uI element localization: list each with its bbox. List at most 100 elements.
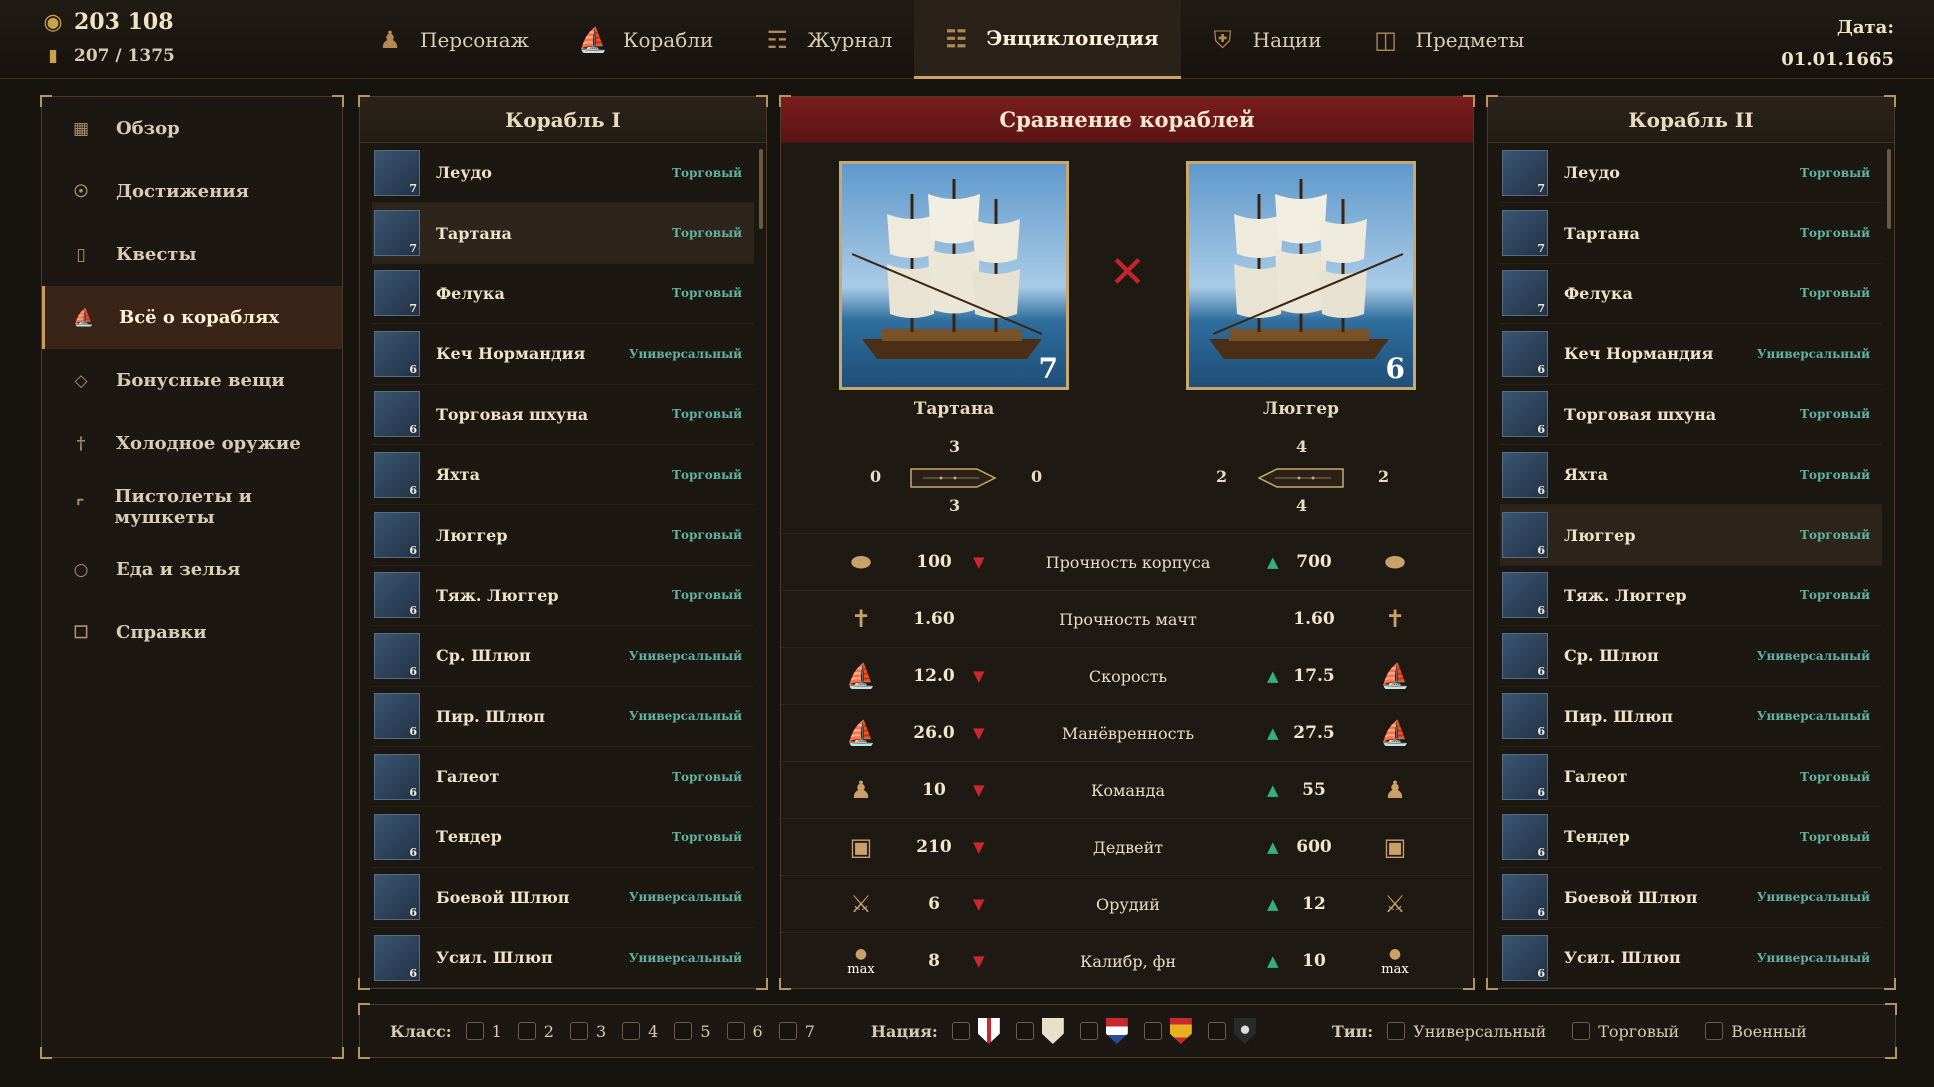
- checkbox[interactable]: [1572, 1022, 1591, 1040]
- list-item[interactable]: 6 Пир. Шлюп Универсальный: [372, 687, 754, 747]
- list-item[interactable]: 6 Тяж. Люггер Торговый: [1500, 566, 1882, 627]
- tab-journal[interactable]: ☶ Журнал: [735, 0, 914, 79]
- checkbox[interactable]: [1387, 1022, 1406, 1040]
- checkbox[interactable]: [465, 1022, 484, 1040]
- checkbox[interactable]: [1207, 1022, 1226, 1040]
- checkbox[interactable]: [622, 1022, 641, 1040]
- nation-checkbox[interactable]: [1207, 1018, 1256, 1044]
- list-item[interactable]: 6 Усил. Шлюп Универсальный: [1500, 928, 1882, 989]
- checkbox[interactable]: [1705, 1022, 1724, 1040]
- tab-items[interactable]: ◫ Предметы: [1344, 0, 1547, 79]
- list-item[interactable]: 6 Боевой Шлюп Универсальный: [1500, 868, 1882, 929]
- list-item[interactable]: 6 Кеч Нормандия Универсальный: [372, 324, 754, 385]
- list-item[interactable]: 6 Яхта Торговый: [372, 445, 754, 506]
- list-item[interactable]: 7 Леудо Торговый: [1500, 143, 1882, 204]
- list-item[interactable]: 6 Торговая шхуна Торговый: [1500, 385, 1882, 445]
- ship-type: Универсальный: [1756, 709, 1870, 724]
- list-item[interactable]: 6 Тендер Торговый: [1500, 807, 1882, 868]
- sidebar-item-quests[interactable]: ▯ Квесты: [42, 223, 342, 286]
- tab-encyclopedia[interactable]: ☷ Энциклопедия: [914, 0, 1181, 79]
- checkbox-label: Торговый: [1598, 1021, 1680, 1041]
- ship-class: 7: [1537, 302, 1545, 316]
- sidebar-item-label: Бонусные вещи: [116, 370, 285, 391]
- checkbox[interactable]: [1143, 1022, 1162, 1040]
- ship-thumbnail: 6: [1502, 934, 1548, 981]
- tab-ships[interactable]: ⛵ Корабли: [551, 0, 735, 79]
- list-item[interactable]: 6 Пир. Шлюп Универсальный: [1500, 687, 1882, 747]
- nation-checkbox[interactable]: [1143, 1018, 1192, 1044]
- list-item[interactable]: 6 Галеот Торговый: [1500, 747, 1882, 808]
- sidebar-item-achievements[interactable]: ☉ Достижения: [42, 160, 342, 223]
- speed-icon: ⛵: [1380, 662, 1410, 690]
- checkbox[interactable]: [726, 1022, 745, 1040]
- sidebar-item-melee[interactable]: † Холодное оружие: [42, 412, 342, 475]
- checkbox[interactable]: [674, 1022, 693, 1040]
- checkbox[interactable]: [778, 1022, 797, 1040]
- type-checkbox[interactable]: Военный: [1705, 1022, 1807, 1041]
- ship-name: Люггер: [436, 525, 508, 545]
- ship-class: 6: [409, 725, 417, 739]
- list-item[interactable]: 6 Галеот Торговый: [372, 747, 754, 808]
- list-item[interactable]: 7 Леудо Торговый: [372, 143, 754, 204]
- ship-type: Универсальный: [1756, 950, 1870, 965]
- list-item[interactable]: 6 Боевой Шлюп Универсальный: [372, 868, 754, 929]
- scrollbar[interactable]: [1887, 149, 1891, 229]
- scrollbar[interactable]: [759, 149, 763, 229]
- nation-checkbox[interactable]: [1079, 1018, 1128, 1044]
- checkbox[interactable]: [1079, 1022, 1098, 1040]
- ship-thumbnail: 7: [374, 210, 420, 257]
- list-item[interactable]: 6 Ср. Шлюп Универсальный: [1500, 626, 1882, 687]
- class-checkbox[interactable]: 6: [726, 1022, 763, 1041]
- checkbox[interactable]: [517, 1022, 536, 1040]
- hull-outline-icon: [1257, 468, 1344, 488]
- class-checkbox[interactable]: 3: [569, 1022, 606, 1041]
- checkbox[interactable]: [1015, 1022, 1034, 1040]
- stats-table: ⬬ 100 ▼ ▲ Прочность корпуса 700 ⬬ ✝ 1.60 Прочност…: [781, 533, 1475, 989]
- ship-name: Тяж. Люггер: [436, 585, 559, 605]
- sidebar-item-overview[interactable]: ▦ Обзор: [42, 97, 342, 160]
- class-checkbox[interactable]: 2: [517, 1022, 554, 1041]
- sidebar-item-firearms[interactable]: ⌜ Пистолеты и мушкеты: [42, 475, 342, 538]
- type-checkbox[interactable]: Торговый: [1572, 1022, 1679, 1041]
- list-item[interactable]: 6 Ср. Шлюп Универсальный: [372, 626, 754, 687]
- stat-row: ⚔ 6 ▼ ▲ Орудий 12 ⚔: [781, 875, 1475, 932]
- list-item[interactable]: 7 Фелука Торговый: [372, 264, 754, 325]
- list-item[interactable]: 6 Люггер Торговый: [372, 505, 754, 566]
- class-checkbox[interactable]: 5: [674, 1022, 711, 1041]
- ship-class: 7: [1537, 181, 1545, 195]
- ship-icon: ⛵: [73, 307, 95, 328]
- list-item[interactable]: 6 Торговая шхуна Торговый: [372, 385, 754, 445]
- right-stat-value: 27.5: [1293, 723, 1335, 743]
- list-item[interactable]: 6 Кеч Нормандия Универсальный: [1500, 324, 1882, 385]
- arrow-down-icon: ▼: [973, 553, 985, 571]
- type-checkbox[interactable]: Универсальный: [1387, 1022, 1546, 1041]
- class-checkbox[interactable]: 4: [622, 1022, 658, 1041]
- tab-nations[interactable]: ⛨ Нации: [1181, 0, 1344, 79]
- top-bar: ◉ 203 108 ▮ 207 / 1375 ♟ Персонаж ⛵ Корабли …: [0, 0, 1934, 79]
- class-checkbox[interactable]: 7: [778, 1022, 815, 1041]
- list-item[interactable]: 6 Усил. Шлюп Универсальный: [372, 928, 754, 989]
- sidebar-item-ships[interactable]: ⛵ Всё о кораблях: [42, 286, 342, 349]
- nation-checkbox[interactable]: [1015, 1018, 1064, 1044]
- crew-icon: ♟: [850, 776, 872, 804]
- ship-class: 6: [1537, 664, 1545, 678]
- list-item[interactable]: 7 Тартана Торговый: [372, 203, 754, 264]
- checkbox[interactable]: [951, 1022, 970, 1040]
- list-item[interactable]: 6 Яхта Торговый: [1500, 445, 1882, 506]
- list-item[interactable]: 6 Тендер Торговый: [372, 807, 754, 868]
- ship-list: 7 Леудо Торговый 7 Тартана Торговый 7 Фелука Тор…: [1488, 143, 1894, 989]
- nation-checkbox[interactable]: [951, 1018, 1000, 1044]
- sidebar-item-food[interactable]: ○ Еда и зелья: [42, 538, 342, 601]
- list-item[interactable]: 6 Тяж. Люггер Торговый: [372, 566, 754, 627]
- sidebar-item-reference[interactable]: ☐ Справки: [42, 601, 342, 664]
- sidebar-item-bonus-items[interactable]: ◇ Бонусные вещи: [42, 349, 342, 412]
- sidebar-item-label: Всё о кораблях: [119, 307, 280, 328]
- class-checkbox[interactable]: 1: [465, 1022, 502, 1041]
- list-item[interactable]: 7 Фелука Торговый: [1500, 264, 1882, 325]
- tab-character[interactable]: ♟ Персонаж: [348, 0, 551, 79]
- list-item[interactable]: 7 Тартана Торговый: [1500, 203, 1882, 264]
- ship-class: 6: [1537, 423, 1545, 437]
- list-item[interactable]: 6 Люггер Торговый: [1500, 505, 1882, 566]
- checkbox[interactable]: [569, 1022, 588, 1040]
- right-stat-value: 700: [1296, 552, 1332, 572]
